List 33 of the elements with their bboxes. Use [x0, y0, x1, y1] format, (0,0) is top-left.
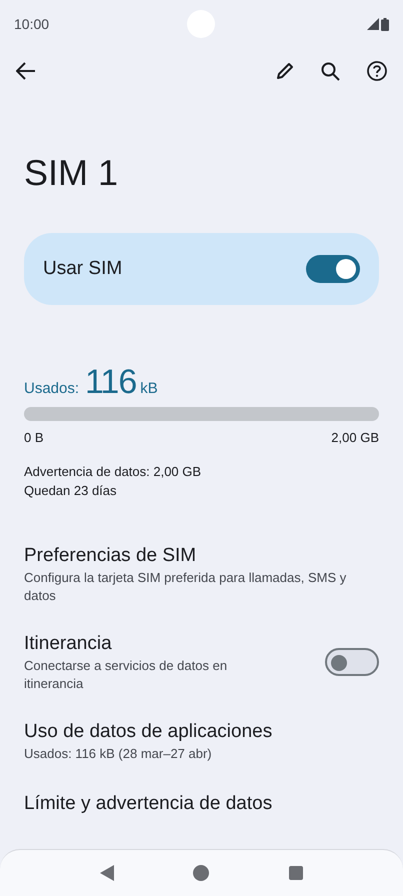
home-nav-icon[interactable] [193, 865, 210, 881]
toggle-switch[interactable] [325, 648, 379, 676]
recents-nav-icon[interactable] [289, 866, 304, 880]
page-title: SIM 1 [23, 151, 120, 195]
item-title: Preferencias de SIM [24, 544, 198, 568]
max-label: 2,00 GB [331, 429, 379, 447]
item-subtitle: Conectarse a servicios de datos en itinerancia [24, 656, 228, 692]
days-left-text: Quedan 23 días [24, 482, 118, 500]
pencil-icon[interactable] [275, 61, 295, 81]
battery-icon [381, 18, 389, 30]
settings-item[interactable]: Límite y advertencia de datos [0, 776, 403, 832]
switch-label: Usar SIM [43, 256, 122, 281]
settings-item[interactable]: Preferencias de SIM Configura la tarjeta SIM preferida para llamadas, SMS y datos [0, 530, 403, 618]
min-label: 0 B [24, 429, 44, 447]
settings-item[interactable]: Uso de datos de aplicaciones Usados: 116 kB (28 mar–27 abr) [0, 706, 403, 776]
search-icon[interactable] [321, 62, 340, 80]
item-title: Límite y advertencia de datos [24, 792, 274, 816]
back-arrow-icon[interactable] [16, 62, 36, 80]
usage-amount: 116 [85, 363, 136, 401]
help-icon[interactable] [367, 61, 387, 81]
signal-icon [367, 18, 379, 30]
switch-card[interactable]: Usar SIM [24, 233, 379, 305]
usage-label: Usados: [24, 379, 80, 399]
status-time: 10:00 [14, 14, 50, 34]
item-subtitle: Configura la tarjeta SIM preferida para llamadas, SMS y datos [24, 568, 348, 604]
item-title: Uso de datos de aplicaciones [24, 720, 274, 744]
item-title: Itinerancia [24, 632, 113, 656]
item-subtitle: Usados: 116 kB (28 mar–27 abr) [24, 744, 213, 762]
toggle-switch[interactable] [306, 255, 360, 283]
settings-item[interactable]: Itinerancia Conectarse a servicios de datos en itinerancia [0, 618, 403, 706]
usage-unit: kB [140, 379, 158, 399]
back-nav-icon[interactable] [100, 865, 114, 881]
warning-text: Advertencia de datos: 2,00 GB [24, 462, 202, 480]
